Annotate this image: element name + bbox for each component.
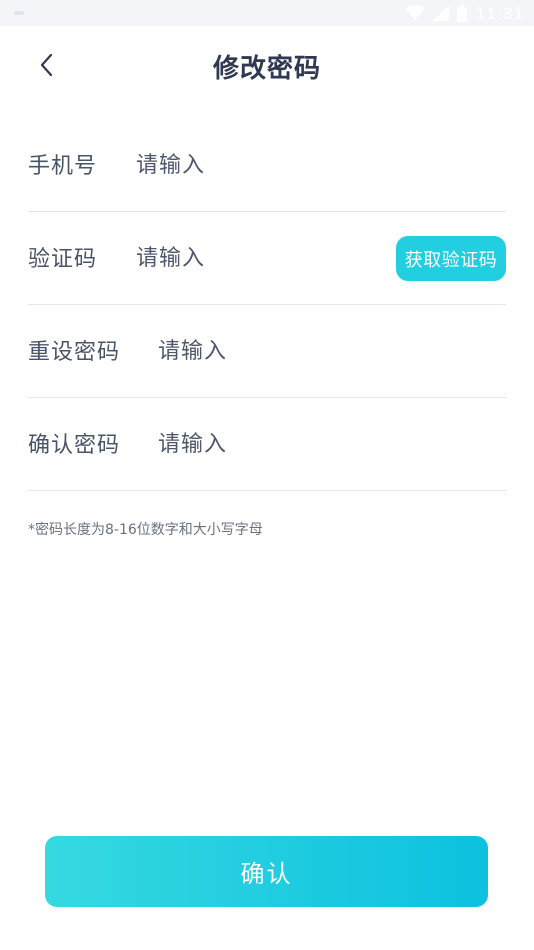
page-title: 修改密码 (212, 54, 321, 84)
new-password-input[interactable] (158, 327, 498, 375)
code-input[interactable] (136, 234, 376, 282)
code-row: 验证码 获取验证码 (28, 212, 506, 305)
battery-icon (457, 4, 468, 22)
signal-icon (433, 5, 450, 21)
confirm-password-input[interactable] (158, 420, 498, 468)
code-label: 验证码 (28, 247, 98, 272)
confirm-password-row: 确认密码 (28, 398, 506, 491)
new-password-label: 重设密码 (28, 340, 121, 365)
confirm-button[interactable]: 确认 (45, 836, 488, 907)
phone-label: 手机号 (28, 154, 98, 179)
notification-indicator (14, 11, 24, 15)
phone-input[interactable] (136, 141, 496, 189)
phone-row: 手机号 (28, 119, 506, 212)
status-bar: 11:31 (0, 0, 534, 26)
header: 修改密码 (0, 26, 534, 106)
confirm-password-label: 确认密码 (28, 433, 121, 458)
wifi-icon (405, 5, 426, 21)
get-code-button[interactable]: 获取验证码 (396, 236, 506, 281)
status-time: 11:31 (475, 3, 524, 23)
new-password-row: 重设密码 (28, 305, 506, 398)
status-icons: 11:31 (405, 4, 524, 23)
password-hint: *密码长度为8-16位数字和大小写字母 (28, 522, 263, 538)
